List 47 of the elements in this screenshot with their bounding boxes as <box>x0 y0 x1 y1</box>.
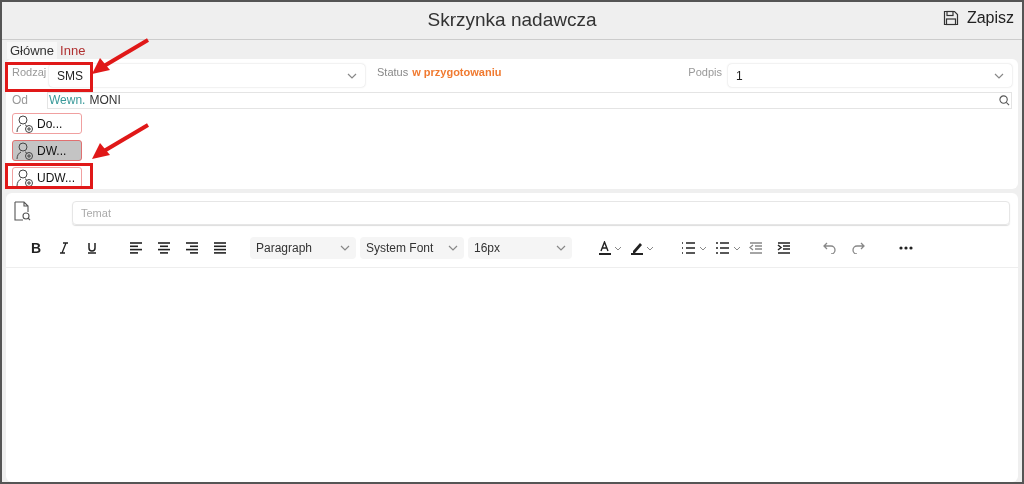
field-label: Rodzaj <box>12 65 48 80</box>
align-left-icon <box>129 242 143 254</box>
from-value: MONI <box>89 92 121 109</box>
status-value: w przygotowaniu <box>412 65 502 80</box>
status-label: Status <box>377 65 409 80</box>
chevron-down-icon <box>994 72 1004 79</box>
redo-icon <box>851 242 865 254</box>
add-person-icon <box>15 167 35 188</box>
more-icon <box>899 246 913 250</box>
field-label: Od <box>12 92 29 109</box>
font-size-select[interactable]: 16px <box>468 237 572 259</box>
align-center-icon <box>157 242 171 254</box>
window-title: Skrzynka nadawcza <box>427 8 597 33</box>
chevron-down-icon <box>448 245 458 251</box>
signature-select[interactable]: 1 <box>728 64 1012 87</box>
from-field[interactable]: Wewn. MONI <box>47 91 1012 109</box>
subject-field[interactable]: Temat <box>72 201 1010 225</box>
marker-icon <box>630 241 654 255</box>
from-prefix: Wewn. <box>49 92 86 109</box>
italic-icon <box>59 242 69 254</box>
outdent-icon <box>749 242 763 254</box>
recipient-button[interactable]: DW... <box>12 140 82 161</box>
indent-icon <box>777 242 791 254</box>
save-button[interactable]: Zapisz <box>942 6 1014 30</box>
search-icon <box>999 94 1010 106</box>
block-format-select[interactable]: Paragraph <box>250 237 356 259</box>
chevron-down-icon <box>556 245 566 251</box>
tab[interactable]: Inne <box>57 42 89 59</box>
tab[interactable]: Główne <box>7 42 58 59</box>
document-search-icon <box>14 201 32 221</box>
recipient-button[interactable]: UDW... <box>12 167 82 188</box>
field-label: Podpis <box>688 65 722 80</box>
numbered-list-icon <box>715 242 741 254</box>
underline-icon <box>87 242 97 254</box>
recipient-button[interactable]: Do... <box>12 113 82 134</box>
font-family-select[interactable]: System Font <box>360 237 464 259</box>
chevron-down-icon <box>340 245 350 251</box>
add-person-icon <box>15 140 35 161</box>
save-icon <box>942 10 959 26</box>
bullet-list-icon <box>681 242 707 254</box>
bold-button[interactable]: B <box>22 236 50 260</box>
undo-icon <box>823 242 837 254</box>
chevron-down-icon <box>347 72 357 79</box>
add-person-icon <box>15 113 35 134</box>
justify-icon <box>213 242 227 254</box>
align-right-icon <box>185 242 199 254</box>
text-color-icon <box>598 241 622 255</box>
